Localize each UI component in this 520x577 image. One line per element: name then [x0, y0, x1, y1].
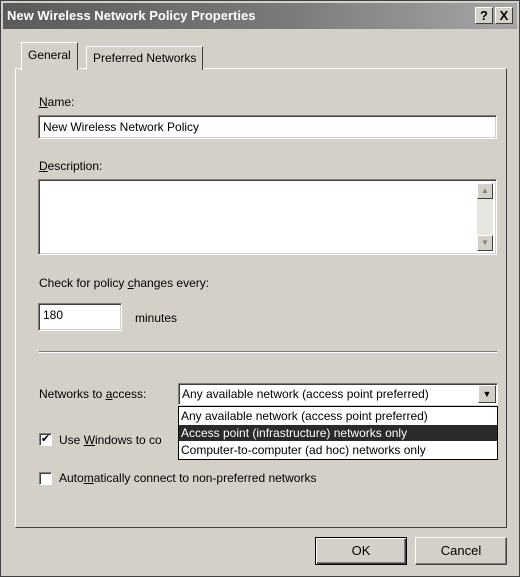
- close-button[interactable]: X: [495, 7, 513, 24]
- dropdown-option-highlighted[interactable]: Access point (infrastructure) networks o…: [179, 425, 497, 441]
- window-title: New Wireless Network Policy Properties: [7, 8, 256, 23]
- checkmark-icon: ✔: [40, 433, 51, 445]
- tab-preferred-networks[interactable]: Preferred Networks: [86, 46, 204, 70]
- minutes-label: minutes: [135, 311, 178, 325]
- use-windows-label: Use Windows to co: [59, 433, 162, 447]
- ok-button[interactable]: OK: [315, 537, 407, 565]
- use-windows-checkbox[interactable]: ✔: [39, 433, 52, 446]
- tab-general[interactable]: General: [21, 42, 78, 70]
- networks-access-label: Networks to access:: [39, 387, 147, 401]
- section-divider: [39, 351, 497, 353]
- help-button[interactable]: ?: [475, 7, 493, 24]
- policy-interval-input[interactable]: 180: [38, 303, 122, 331]
- networks-access-dropdown: Any available network (access point pref…: [178, 406, 498, 460]
- name-input[interactable]: New Wireless Network Policy: [38, 115, 497, 139]
- chevron-down-icon[interactable]: ▼: [478, 385, 496, 403]
- name-label: Name:: [39, 95, 75, 109]
- auto-connect-checkbox[interactable]: [39, 472, 52, 485]
- networks-access-selected: Any available network (access point pref…: [182, 387, 429, 401]
- description-label: Description:: [39, 159, 103, 173]
- cancel-button[interactable]: Cancel: [415, 537, 507, 565]
- name-input-value: New Wireless Network Policy: [43, 120, 200, 134]
- dropdown-option[interactable]: Any available network (access point pref…: [179, 408, 497, 424]
- policy-interval-value: 180: [43, 308, 64, 322]
- networks-access-select[interactable]: Any available network (access point pref…: [178, 383, 498, 405]
- scroll-up-icon[interactable]: ▲: [477, 183, 493, 199]
- properties-dialog: New Wireless Network Policy Properties ?…: [0, 0, 520, 577]
- dropdown-option[interactable]: Computer-to-computer (ad hoc) networks o…: [179, 442, 497, 458]
- policy-check-label: Check for policy changes every:: [39, 276, 210, 290]
- scroll-down-icon[interactable]: ▼: [477, 235, 493, 251]
- title-bar[interactable]: New Wireless Network Policy Properties ?…: [3, 3, 517, 29]
- auto-connect-label: Automatically connect to non-preferred n…: [59, 471, 317, 485]
- description-textarea[interactable]: ▲ ▼: [38, 179, 497, 255]
- description-scrollbar[interactable]: ▲ ▼: [477, 183, 493, 251]
